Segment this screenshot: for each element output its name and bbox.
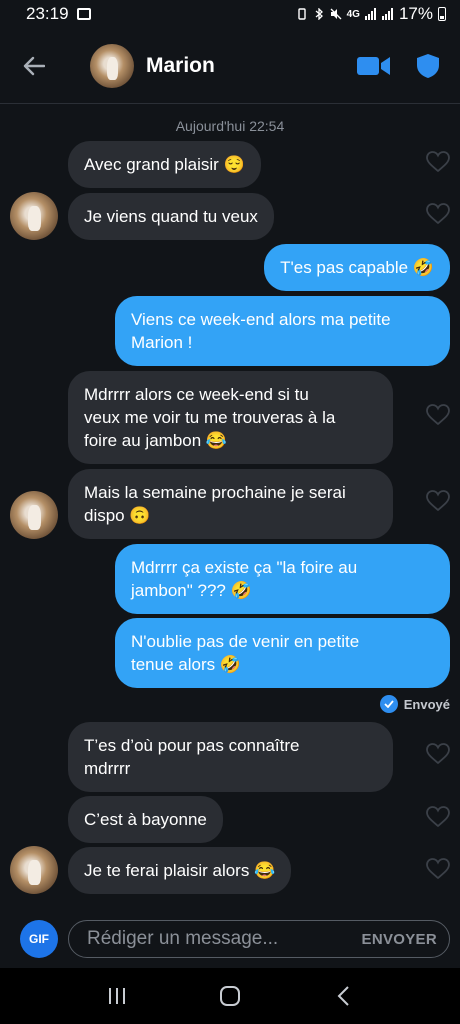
- message-bubble-incoming[interactable]: T’es d’où pour pas connaître mdrrrr: [68, 722, 393, 792]
- message-input[interactable]: Rédiger un message... ENVOYER: [68, 920, 450, 958]
- gif-button[interactable]: GIF: [20, 920, 58, 958]
- vibrate-icon: [297, 8, 306, 20]
- contact-avatar-small[interactable]: [10, 846, 58, 894]
- heart-outline-icon[interactable]: [426, 490, 450, 512]
- nav-recents-button[interactable]: [97, 976, 137, 1016]
- chat-header: Marion: [0, 28, 460, 104]
- gallery-notification-icon: [76, 8, 91, 20]
- message-bubble-incoming[interactable]: Je te ferai plaisir alors 😂: [68, 847, 292, 894]
- message-bubble-incoming[interactable]: C’est à bayonne: [68, 796, 223, 843]
- contact-name[interactable]: Marion: [146, 54, 215, 78]
- message-bubble-incoming[interactable]: Mais la semaine prochaine je serai dispo…: [68, 469, 393, 539]
- recents-icon: [108, 988, 125, 1004]
- safety-button[interactable]: [412, 50, 444, 82]
- video-camera-icon: [357, 56, 390, 75]
- contact-avatar-small[interactable]: [10, 192, 58, 240]
- nav-back-button[interactable]: [323, 976, 363, 1016]
- message-bubble-outgoing[interactable]: Viens ce week-end alors ma petite Marion…: [115, 296, 450, 366]
- bluetooth-icon: [315, 8, 323, 20]
- home-icon: [219, 986, 240, 1006]
- contact-avatar-small[interactable]: [10, 491, 58, 539]
- message-bubble-outgoing[interactable]: N'oublie pas de venir en petite tenue al…: [115, 618, 450, 688]
- network-type: 4G: [346, 8, 360, 20]
- system-nav-bar: [0, 968, 460, 1024]
- send-button[interactable]: ENVOYER: [362, 931, 437, 948]
- contact-avatar[interactable]: [90, 43, 134, 88]
- heart-outline-icon[interactable]: [426, 743, 450, 765]
- check-icon: [379, 695, 398, 713]
- message-bubble-outgoing[interactable]: T'es pas capable 🤣: [264, 244, 450, 291]
- shield-icon: [417, 53, 439, 78]
- signal-icon: [364, 8, 376, 20]
- heart-outline-icon[interactable]: [426, 203, 450, 225]
- heart-outline-icon[interactable]: [426, 151, 450, 173]
- message-bubble-incoming[interactable]: Avec grand plaisir 😌: [68, 141, 261, 188]
- status-time: 23:19: [26, 4, 69, 23]
- mute-icon: [330, 8, 342, 20]
- battery-icon: [438, 7, 446, 21]
- heart-outline-icon[interactable]: [426, 404, 450, 426]
- status-right-group: 4G 17%: [296, 4, 446, 24]
- back-button[interactable]: [14, 46, 54, 86]
- message-bubble-outgoing[interactable]: Mdrrrr ça existe ça "la foire au jambon"…: [115, 544, 450, 614]
- heart-outline-icon[interactable]: [426, 806, 450, 828]
- status-bar: 23:19 4G 17%: [0, 0, 460, 28]
- back-chevron-icon: [337, 986, 350, 1006]
- battery-percent: 17%: [398, 4, 433, 23]
- arrow-left-icon: [23, 56, 45, 75]
- message-bubble-incoming[interactable]: Mdrrrr alors ce week-end si tu veux me v…: [68, 371, 393, 464]
- date-separator: Aujourd'hui 22:54: [175, 118, 285, 134]
- message-input-placeholder[interactable]: Rédiger un message...: [87, 928, 362, 950]
- message-composer: GIF Rédiger un message... ENVOYER: [0, 910, 460, 968]
- heart-outline-icon[interactable]: [426, 858, 450, 880]
- sent-status-label: Envoyé: [403, 696, 450, 712]
- sent-status: Envoyé: [379, 695, 450, 713]
- nav-home-button[interactable]: [210, 976, 250, 1016]
- signal-2-icon: [381, 8, 393, 20]
- message-bubble-incoming[interactable]: Je viens quand tu veux: [68, 193, 274, 240]
- message-list[interactable]: Aujourd'hui 22:54 Avec grand plaisir 😌 J…: [0, 104, 460, 910]
- video-call-button[interactable]: [356, 51, 392, 81]
